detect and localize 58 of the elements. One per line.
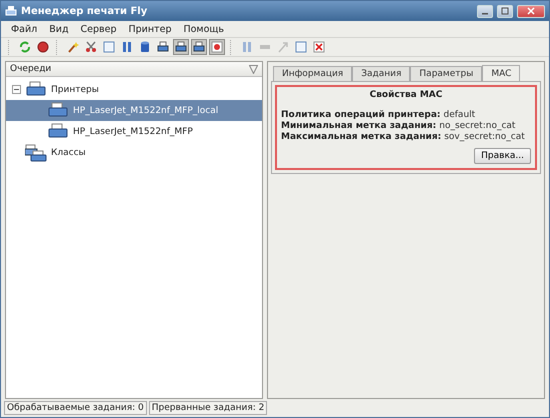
- toolbar-button[interactable]: [209, 39, 225, 55]
- printer-icon: [47, 102, 69, 120]
- menu-item[interactable]: Вид: [49, 24, 69, 34]
- tree-item[interactable]: HP_LaserJet_M1522nf_MFP: [6, 121, 262, 142]
- page-icon: [102, 40, 116, 54]
- printer-icon: [47, 122, 69, 140]
- menu-item[interactable]: Принтер: [128, 24, 172, 34]
- arrow-icon: [276, 40, 290, 54]
- page-icon: [294, 40, 308, 54]
- toolbar-button[interactable]: [35, 39, 51, 55]
- status-field: Прерванные задания: 2: [148, 401, 268, 415]
- printer-icon: [156, 40, 170, 54]
- cylinder-icon: [138, 40, 152, 54]
- tree-item[interactable]: Классы: [6, 142, 262, 163]
- toolbar-button[interactable]: [173, 39, 189, 55]
- property-value: sov_secret:no_cat: [444, 132, 525, 143]
- menu-item[interactable]: Помощь: [183, 24, 224, 34]
- menu-item[interactable]: Сервер: [80, 24, 116, 34]
- printer-icon: [25, 80, 47, 98]
- minimize-button[interactable]: [477, 4, 493, 18]
- printer-icon: [192, 40, 206, 54]
- stop-icon: [36, 40, 50, 54]
- maximize-icon: [501, 7, 509, 15]
- printer-icon: [5, 5, 17, 17]
- scissors-icon: [84, 40, 98, 54]
- maximize-button[interactable]: [497, 4, 513, 18]
- toolbar-button[interactable]: [191, 39, 207, 55]
- menu-item[interactable]: Файл: [11, 24, 38, 34]
- edit-button[interactable]: Правка...: [474, 148, 531, 164]
- header-label: Очереди: [10, 64, 52, 74]
- tree-item[interactable]: Принтеры: [6, 79, 262, 100]
- tree-item[interactable]: HP_LaserJet_M1522nf_MFP_local: [6, 100, 262, 121]
- property-label: Минимальная метка задания:: [281, 121, 436, 132]
- close-button[interactable]: [517, 4, 545, 18]
- section-title: Свойства MAC: [368, 90, 444, 100]
- record-icon: [210, 40, 224, 54]
- printers-icon: [25, 144, 47, 162]
- tab[interactable]: Параметры: [410, 66, 482, 82]
- wand-icon: [66, 40, 80, 54]
- toolbar-button[interactable]: [311, 39, 327, 55]
- toolbar-button[interactable]: [83, 39, 99, 55]
- property-label: Максимальная метка задания:: [281, 132, 442, 143]
- window-title: Менеджер печати Fly: [21, 6, 148, 16]
- pause-icon: [120, 40, 134, 54]
- tab[interactable]: Задания: [352, 66, 410, 82]
- tab[interactable]: Информация: [273, 66, 352, 82]
- close-icon: [312, 40, 326, 54]
- property-label: Политика операций принтера:: [281, 110, 441, 121]
- refresh-icon: [18, 40, 32, 54]
- property-value: default: [444, 110, 476, 121]
- collapse-icon[interactable]: [12, 85, 21, 94]
- filter-icon[interactable]: [249, 64, 258, 74]
- pause-icon: [240, 40, 254, 54]
- close-icon: [527, 7, 535, 15]
- printer-icon: [174, 40, 188, 54]
- tab[interactable]: MAC: [482, 65, 520, 82]
- status-field: Обрабатываемые задания: 0: [4, 401, 147, 415]
- property-value: no_secret:no_cat: [439, 121, 516, 132]
